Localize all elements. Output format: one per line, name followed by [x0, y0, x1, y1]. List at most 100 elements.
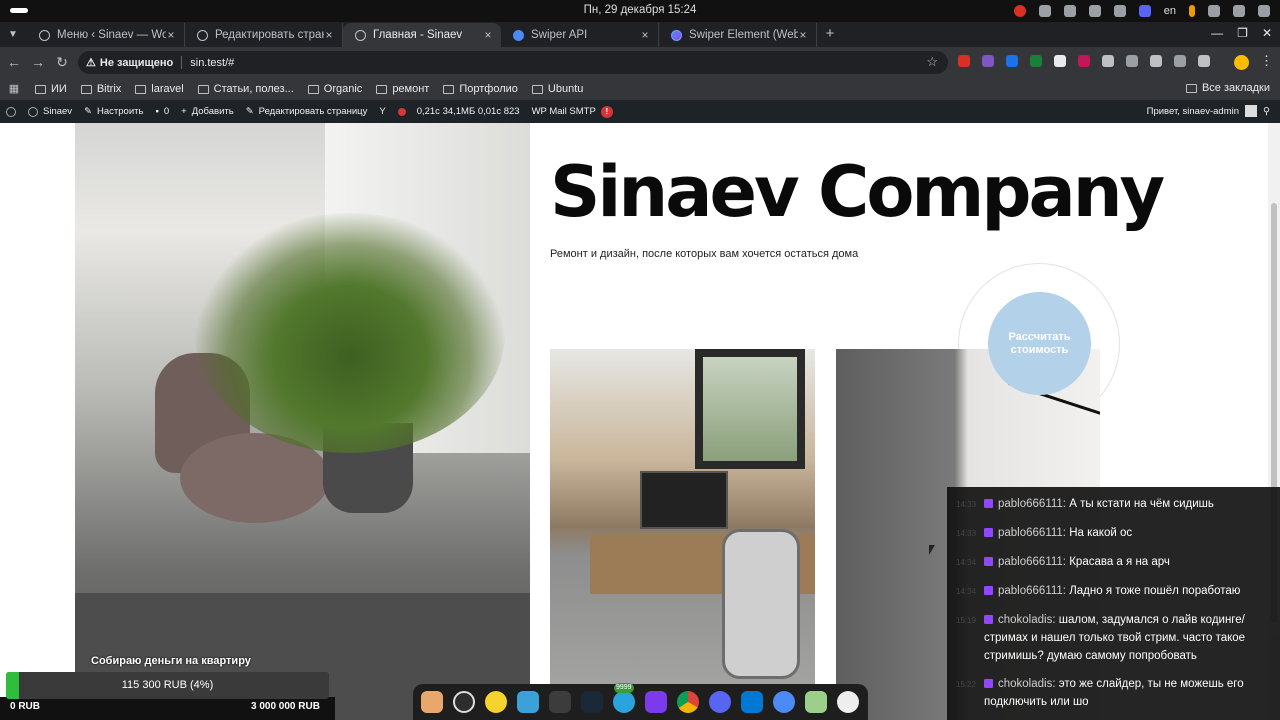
chromium-icon[interactable]: [773, 691, 795, 713]
wp-mail-smtp-link[interactable]: WP Mail SMTP!: [532, 105, 613, 118]
network-icon[interactable]: [1138, 5, 1151, 17]
power-icon[interactable]: [1258, 5, 1270, 17]
tab-swiper-api[interactable]: Swiper API ×: [501, 23, 659, 47]
bookmark-folder[interactable]: Портфолио: [443, 83, 518, 95]
telegram-icon[interactable]: 9999: [613, 683, 635, 713]
bookmark-folder[interactable]: laravel: [135, 83, 184, 95]
bookmark-label: Статьи, полез...: [213, 83, 294, 95]
adblock-icon[interactable]: [958, 55, 970, 67]
mouse-cursor: [929, 545, 935, 555]
wordpress-icon: [39, 29, 50, 41]
new-tab-button[interactable]: +: [822, 25, 838, 43]
bookmark-folder[interactable]: Organic: [307, 83, 362, 95]
extension-icon[interactable]: [1054, 55, 1066, 67]
opera-icon[interactable]: [1013, 5, 1026, 17]
close-icon[interactable]: ×: [798, 28, 808, 42]
microphone-icon[interactable]: [1189, 5, 1195, 17]
site-title: Sinaev Company: [550, 151, 1165, 233]
chat-user: pablo666111:: [998, 527, 1067, 539]
chat-message: 14:34 pablo666111: Ладно я тоже пошёл по…: [956, 582, 1270, 601]
terminal-icon[interactable]: [549, 691, 571, 713]
rhythmbox-icon[interactable]: [485, 691, 507, 713]
tab-edit-page[interactable]: Редактировать страницу ×: [185, 23, 343, 47]
query-monitor[interactable]: 0,21с 34,1МБ 0,01с 823: [397, 106, 520, 117]
search-icon[interactable]: ⚲: [1263, 106, 1270, 117]
obs-icon[interactable]: [453, 691, 475, 713]
close-icon[interactable]: ×: [166, 28, 176, 42]
equalizer-icon[interactable]: [1113, 5, 1126, 17]
chrome-icon[interactable]: [677, 691, 699, 713]
extensions-area: [958, 55, 1210, 67]
tab-swiper-element[interactable]: Swiper Element (WebComponent) ×: [659, 23, 817, 47]
vscode-icon[interactable]: [741, 691, 763, 713]
slider-photo-office[interactable]: [550, 349, 815, 720]
tab-search-chevron-down-icon[interactable]: ▼: [5, 27, 21, 43]
bookmark-star-icon[interactable]: ☆: [926, 54, 938, 70]
alert-badge: !: [600, 105, 613, 118]
yoast-icon[interactable]: Y: [379, 106, 385, 117]
obsidian-icon[interactable]: [645, 691, 667, 713]
donation-progress-text: 115 300 RUB (4%): [121, 679, 214, 691]
sidebar-icon[interactable]: [1198, 55, 1210, 67]
text-editor-icon[interactable]: [517, 691, 539, 713]
wp-admin-bar: Sinaev ✎ Настроить ▪ 0 + Добавить ✎ Редактир…: [0, 100, 1280, 123]
bookmark-folder[interactable]: Ubuntu: [531, 83, 583, 95]
steam-icon[interactable]: [1088, 5, 1101, 17]
telegram-icon[interactable]: [1038, 5, 1051, 17]
pen-icon[interactable]: [1150, 55, 1162, 67]
tab-home-sinaev[interactable]: Главная - Sinaev ×: [343, 23, 501, 47]
close-icon[interactable]: ×: [324, 28, 334, 42]
wordpress-logo-icon[interactable]: [6, 106, 16, 117]
chat-time: 15:19: [956, 616, 977, 625]
more-menu-icon[interactable]: ⋮: [1260, 53, 1273, 69]
language-indicator[interactable]: en: [1164, 5, 1176, 17]
forward-arrow-icon[interactable]: →: [30, 54, 46, 70]
tab-title: Редактировать страницу: [215, 29, 324, 41]
close-icon[interactable]: ✕: [1262, 26, 1272, 40]
tab-wp-menu[interactable]: Меню ‹ Sinaev — WordPress ×: [27, 23, 185, 47]
bookmark-folder[interactable]: Bitrix: [80, 83, 121, 95]
settings-icon[interactable]: [837, 691, 859, 713]
restore-icon[interactable]: ❐: [1237, 26, 1248, 40]
wp-edit-page-link[interactable]: ✎ Редактировать страницу: [246, 106, 368, 117]
steam-icon[interactable]: [581, 691, 603, 713]
trash-icon[interactable]: [805, 691, 827, 713]
wp-account-menu[interactable]: Привет, sinaev-admin ⚲: [1147, 105, 1270, 117]
seo-icon[interactable]: [1030, 55, 1042, 67]
back-arrow-icon[interactable]: ←: [6, 54, 22, 70]
microphone-icon[interactable]: [1208, 5, 1220, 17]
volume-icon[interactable]: [1233, 5, 1245, 17]
activities-button[interactable]: [10, 8, 28, 13]
bookmark-label: ИИ: [51, 83, 67, 95]
reload-icon[interactable]: ↻: [54, 54, 70, 70]
chat-user: pablo666111:: [998, 556, 1067, 568]
wp-site-link[interactable]: Sinaev: [28, 106, 72, 117]
minimize-icon[interactable]: —: [1211, 26, 1223, 40]
wp-customize-link[interactable]: ✎ Настроить: [84, 106, 143, 117]
bookmark-folder[interactable]: Статьи, полез...: [197, 83, 294, 95]
files-icon[interactable]: [421, 691, 443, 713]
discord-icon[interactable]: [709, 691, 731, 713]
wp-comments-link[interactable]: ▪ 0: [155, 106, 169, 117]
extension-icon[interactable]: [982, 55, 994, 67]
bookmark-folder[interactable]: ИИ: [35, 83, 67, 95]
close-icon[interactable]: ×: [640, 28, 650, 42]
discord-icon[interactable]: [1063, 5, 1076, 17]
all-bookmarks[interactable]: Все закладки: [1185, 82, 1270, 94]
puzzle-icon[interactable]: [1174, 55, 1186, 67]
address-bar[interactable]: ⚠ Не защищено sin.test/# ☆: [78, 51, 948, 74]
extension-icon[interactable]: [1078, 55, 1090, 67]
wp-add-new-link[interactable]: + Добавить: [181, 106, 234, 117]
apps-grid-icon[interactable]: ▦: [7, 82, 21, 96]
extension-icon[interactable]: [1126, 55, 1138, 67]
security-indicator[interactable]: ⚠ Не защищено: [86, 56, 183, 69]
shield-icon[interactable]: [1102, 55, 1114, 67]
bookmark-folder[interactable]: ремонт: [376, 83, 429, 95]
system-tray: en: [1013, 3, 1270, 19]
url-text[interactable]: sin.test/#: [190, 57, 234, 69]
calculate-cost-button[interactable]: Рассчитать стоимость: [988, 292, 1091, 395]
close-icon[interactable]: ×: [483, 28, 493, 42]
extension-icon[interactable]: [1006, 55, 1018, 67]
profile-avatar[interactable]: [1234, 55, 1249, 70]
bookmarks-bar: ▦ ИИ Bitrix laravel Статьи, полез... Org…: [0, 78, 1280, 100]
